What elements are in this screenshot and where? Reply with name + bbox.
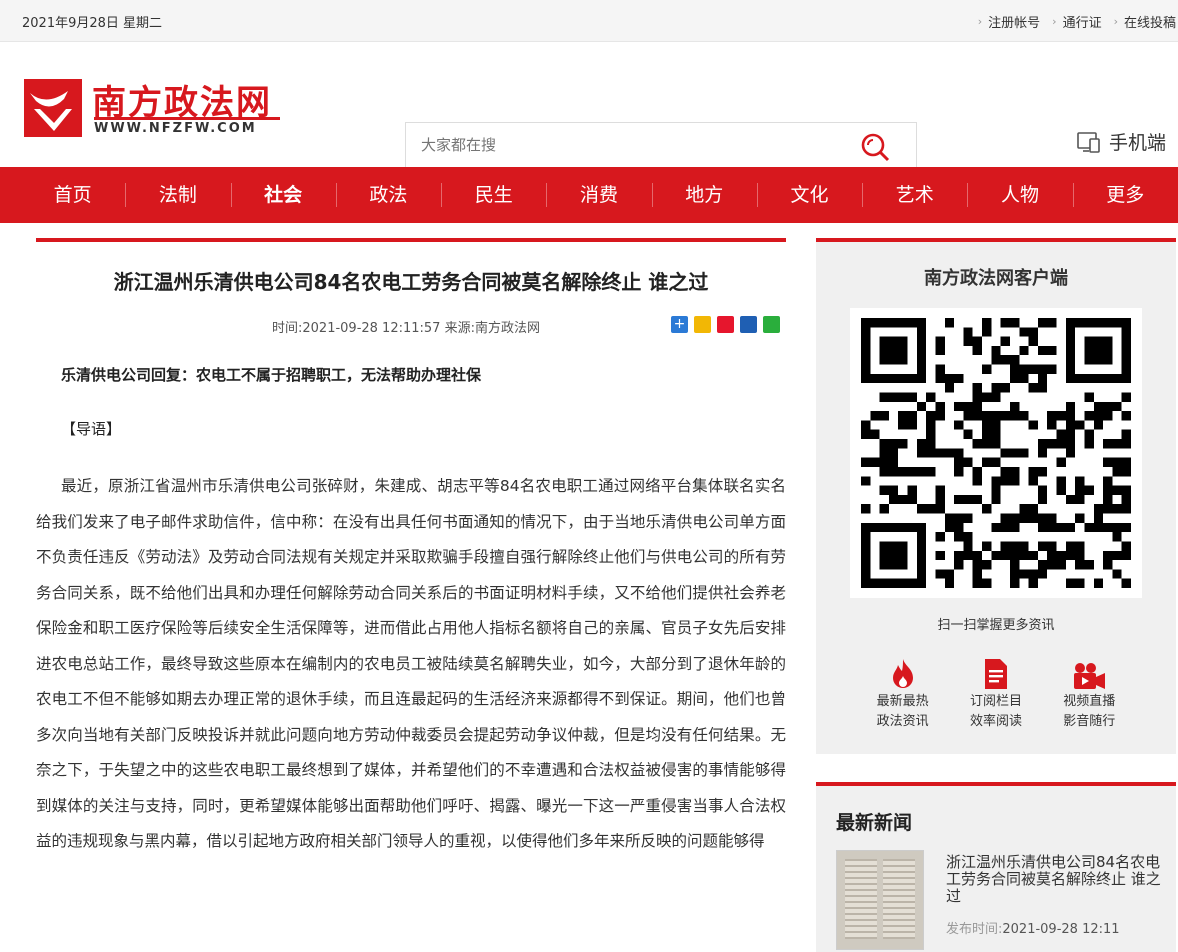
article-guide-label: 【导语】 bbox=[61, 420, 122, 438]
nav-item-home[interactable]: 首页 bbox=[20, 167, 125, 223]
feature-video[interactable]: 视频直播 影音随行 bbox=[1049, 656, 1129, 732]
app-features: 最新最热 政法资讯 订阅栏目 效率阅读 视频直播 影音随行 bbox=[816, 656, 1176, 732]
share-more-icon[interactable]: + bbox=[671, 316, 688, 333]
logo-underline bbox=[94, 117, 280, 120]
nav-item-legal[interactable]: 法制 bbox=[125, 167, 230, 223]
nav-item-more[interactable]: 更多 bbox=[1072, 167, 1178, 223]
site-logo[interactable]: 南方政法网 WWW.NFZFW.COM bbox=[24, 75, 284, 141]
search-input[interactable] bbox=[406, 123, 826, 167]
nav-item-livelihood[interactable]: 民生 bbox=[441, 167, 546, 223]
nav-item-politics[interactable]: 政法 bbox=[335, 167, 441, 223]
chevron-right-icon: › bbox=[977, 15, 983, 28]
article-time-source: 时间:2021-09-28 12:11:57 来源:南方政法网 bbox=[272, 321, 540, 336]
register-link[interactable]: › 注册帐号 bbox=[978, 12, 1040, 31]
mobile-link[interactable]: 手机端 bbox=[1077, 128, 1166, 155]
sidebar: 南方政法网客户端 扫一扫掌握更多资讯 最新最热 政法资讯 订阅栏目 效率阅读 视… bbox=[816, 238, 1176, 952]
mobile-icon bbox=[1077, 131, 1100, 153]
passport-link[interactable]: › 通行证 bbox=[1052, 12, 1101, 31]
share-weibo-icon[interactable] bbox=[717, 316, 734, 333]
header: 南方政法网 WWW.NFZFW.COM 手机端 bbox=[0, 42, 1178, 168]
qr-code-pattern bbox=[861, 318, 1131, 588]
nav-item-art[interactable]: 艺术 bbox=[862, 167, 967, 223]
chevron-right-icon: › bbox=[1052, 15, 1057, 28]
nav-item-local[interactable]: 地方 bbox=[651, 167, 757, 223]
nav-item-consumer[interactable]: 消费 bbox=[546, 167, 651, 223]
share-qzone-icon[interactable] bbox=[694, 316, 711, 333]
article-body: 最近，原浙江省温州市乐清供电公司张碎财，朱建成、胡志平等84名农电职工通过网络平… bbox=[36, 477, 786, 850]
article-top-divider bbox=[36, 238, 786, 242]
current-date: 2021年9月28日 星期二 bbox=[22, 16, 163, 31]
nav-item-culture[interactable]: 文化 bbox=[756, 167, 862, 223]
share-renren-icon[interactable] bbox=[740, 316, 757, 333]
nav-item-people[interactable]: 人物 bbox=[967, 167, 1072, 223]
logo-domain: WWW.NFZFW.COM bbox=[94, 121, 257, 136]
fire-icon bbox=[863, 656, 943, 690]
search-icon[interactable] bbox=[860, 132, 890, 162]
article: 浙江温州乐清供电公司84名农电工劳务合同被莫名解除终止 谁之过 时间:2021-… bbox=[36, 238, 786, 860]
search-box bbox=[405, 122, 917, 168]
news-thumbnail[interactable] bbox=[836, 850, 924, 950]
latest-news-title: 最新新闻 bbox=[836, 812, 913, 834]
nav-item-society[interactable]: 社会 bbox=[230, 167, 336, 223]
article-meta: 时间:2021-09-28 12:11:57 来源:南方政法网 + bbox=[36, 311, 786, 341]
article-title: 浙江温州乐清供电公司84名农电工劳务合同被莫名解除终止 谁之过 bbox=[113, 270, 709, 294]
logo-mark-icon bbox=[24, 79, 82, 137]
qr-code bbox=[850, 308, 1142, 598]
video-icon bbox=[1049, 656, 1129, 690]
article-lead: 乐清供电公司回复：农电工不属于招聘职工，无法帮助办理社保 bbox=[61, 366, 482, 384]
app-promo-title: 南方政法网客户端 bbox=[924, 268, 1068, 289]
feature-hot-news[interactable]: 最新最热 政法资讯 bbox=[863, 656, 943, 732]
share-bar: + bbox=[665, 316, 780, 333]
scan-hint: 扫一扫掌握更多资讯 bbox=[937, 618, 1055, 633]
submit-link[interactable]: › 在线投稿 bbox=[1114, 12, 1176, 31]
top-links: › 注册帐号 › 通行证 › 在线投稿 bbox=[966, 12, 1176, 31]
share-wechat-icon[interactable] bbox=[763, 316, 780, 333]
main-nav: 首页 法制 社会 政法 民生 消费 地方 文化 艺术 人物 更多 bbox=[0, 167, 1178, 223]
latest-news: 最新新闻 浙江温州乐清供电公司84名农电工劳务合同被莫名解除终止 谁之过 发布时… bbox=[816, 782, 1176, 952]
app-promo-card: 南方政法网客户端 扫一扫掌握更多资讯 最新最热 政法资讯 订阅栏目 效率阅读 视… bbox=[816, 238, 1176, 754]
feature-subscribe[interactable]: 订阅栏目 效率阅读 bbox=[956, 656, 1036, 732]
news-time: 发布时间:2021-09-28 12:11 bbox=[946, 922, 1120, 937]
news-headline-link[interactable]: 浙江温州乐清供电公司84名农电工劳务合同被莫名解除终止 谁之过 bbox=[946, 854, 1164, 905]
chevron-right-icon: › bbox=[1113, 15, 1118, 28]
top-bar: 2021年9月28日 星期二 › 注册帐号 › 通行证 › 在线投稿 bbox=[0, 0, 1178, 42]
document-icon bbox=[956, 656, 1036, 690]
